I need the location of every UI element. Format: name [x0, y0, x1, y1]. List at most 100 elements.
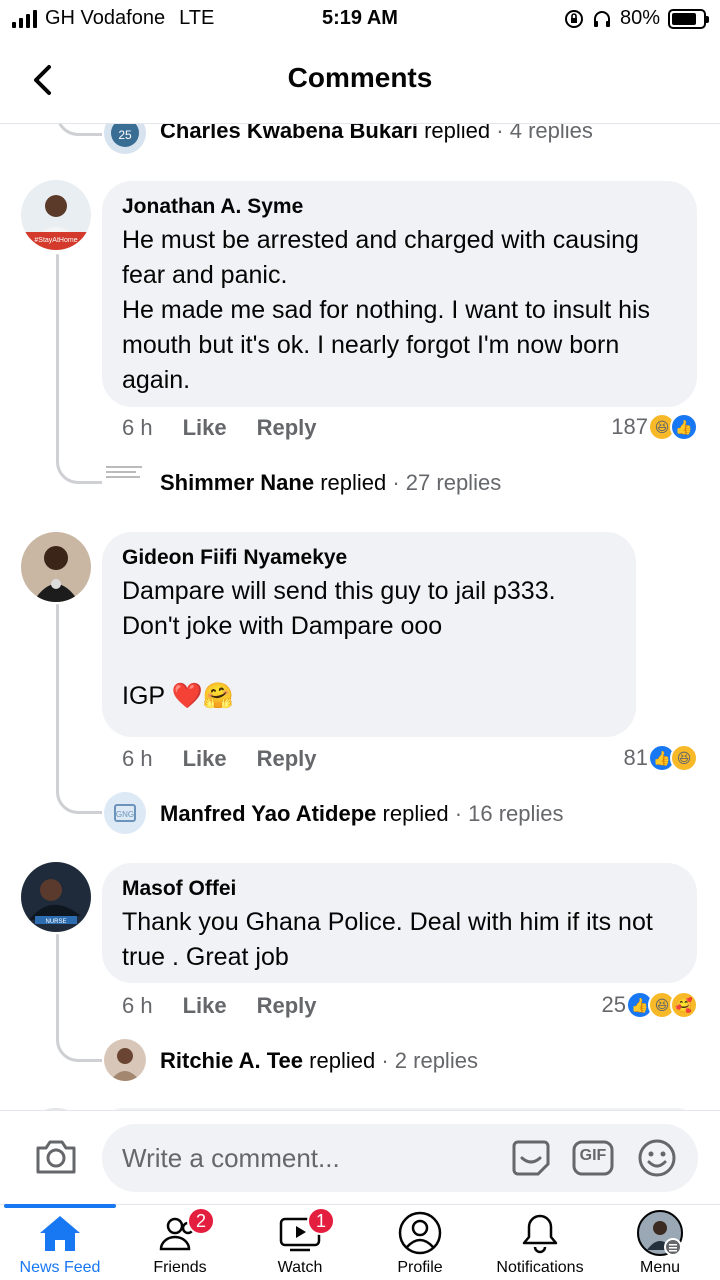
status-right: 80%	[564, 7, 709, 30]
rotation-lock-icon	[564, 9, 583, 28]
comment-author[interactable]: Gideon Fiifi Nyamekye	[122, 546, 616, 570]
like-button[interactable]: Like	[183, 415, 227, 441]
nav-label: News Feed	[19, 1259, 101, 1276]
nav-watch[interactable]: 1 Watch	[240, 1205, 360, 1280]
reply-author: Charles Kwabena Bukari	[160, 124, 418, 143]
avatar[interactable]	[104, 1039, 146, 1081]
comment-actions: 6 h Like Reply	[122, 415, 347, 441]
sticker-button[interactable]	[510, 1138, 552, 1178]
reply-author: Shimmer Nane	[160, 470, 315, 495]
reaction-count: 25	[601, 992, 626, 1017]
comment-text: Thank you Ghana Police. Deal with him if…	[122, 908, 653, 971]
reply-count: · 4 replies	[496, 124, 593, 143]
haha-reaction-icon: 😆	[670, 744, 698, 772]
bottom-nav: News Feed 2 Friends 1 Watch Profile Noti…	[0, 1204, 720, 1280]
emoji-icon	[638, 1139, 676, 1177]
gif-button[interactable]: GIF	[572, 1138, 614, 1178]
reply-verb: replied	[382, 801, 449, 826]
reply-button[interactable]: Reply	[257, 746, 317, 772]
thread-line	[56, 604, 59, 784]
battery-percent: 80%	[619, 7, 660, 29]
menu-avatar-icon	[637, 1210, 683, 1256]
reaction-count: 81	[623, 745, 648, 770]
bell-icon	[522, 1214, 558, 1254]
comment-text: He must be arrested and charged with cau…	[122, 226, 651, 394]
avatar[interactable]: NURSE	[21, 862, 91, 932]
gif-label: GIF	[579, 1147, 607, 1164]
header: Comments	[0, 38, 720, 124]
thread-line	[56, 254, 59, 454]
watch-badge: 1	[307, 1207, 335, 1235]
comment-composer: GIF	[0, 1110, 720, 1204]
nav-news-feed[interactable]: News Feed	[0, 1204, 120, 1280]
reply-summary[interactable]: Shimmer Nane replied · 27 replies	[160, 470, 501, 496]
reply-summary[interactable]: Charles Kwabena Bukari replied · 4 repli…	[160, 124, 593, 144]
comment-actions: 6 h Like Reply	[122, 993, 347, 1019]
reply-button[interactable]: Reply	[257, 415, 317, 441]
nav-menu[interactable]: Menu	[600, 1205, 720, 1280]
care-reaction-icon: 🥰	[670, 991, 698, 1019]
svg-text:25: 25	[118, 128, 132, 142]
comment-bubble: Jonathan A. Syme He must be arrested and…	[102, 181, 697, 407]
comments-list: 25 Charles Kwabena Bukari replied · 4 re…	[0, 124, 720, 1110]
nav-label: Menu	[639, 1259, 681, 1276]
camera-icon	[36, 1140, 76, 1174]
comment-time: 6 h	[122, 993, 153, 1018]
reply-count: · 16 replies	[454, 801, 564, 826]
reaction-summary[interactable]: 25 👍 😆 🥰	[602, 991, 698, 1019]
avatar[interactable]	[104, 462, 146, 484]
nav-friends[interactable]: 2 Friends	[120, 1205, 240, 1280]
avatar[interactable]: 25	[104, 124, 146, 154]
nav-profile[interactable]: Profile	[360, 1205, 480, 1280]
home-icon	[40, 1216, 80, 1251]
reply-summary[interactable]: Ritchie A. Tee replied · 2 replies	[160, 1048, 478, 1074]
svg-text:GNG: GNG	[116, 810, 134, 819]
thread-connector	[56, 780, 102, 814]
comment-bubble: Masof Offei Thank you Ghana Police. Deal…	[102, 863, 697, 983]
avatar[interactable]: GNG	[104, 792, 146, 834]
comment-text: Dampare will send this guy to jail p333.…	[122, 577, 556, 710]
comment-author[interactable]: Jonathan A. Syme	[122, 195, 677, 219]
reply-summary[interactable]: Manfred Yao Atidepe replied · 16 replies	[160, 801, 564, 827]
thread-connector	[56, 1028, 102, 1062]
friends-badge: 2	[187, 1207, 215, 1235]
nav-label: Watch	[277, 1259, 323, 1276]
svg-text:#StayAtHome: #StayAtHome	[34, 237, 77, 244]
nav-label: Profile	[397, 1259, 443, 1276]
comment-bubble: Gideon Fiifi Nyamekye Dampare will send …	[102, 532, 636, 737]
reaction-summary[interactable]: 81 👍 😆	[624, 744, 698, 772]
reply-author: Ritchie A. Tee	[160, 1048, 304, 1073]
status-bar: GH Vodafone LTE 5:19 AM 80%	[0, 0, 720, 38]
battery-icon	[668, 8, 709, 29]
nav-notifications[interactable]: Notifications	[480, 1205, 600, 1280]
comment-author[interactable]: Masof Offei	[122, 877, 677, 901]
reply-count: · 27 replies	[392, 470, 502, 495]
comment-time: 6 h	[122, 746, 153, 771]
emoji-button[interactable]	[636, 1138, 678, 1178]
reply-count: · 2 replies	[381, 1048, 478, 1073]
reply-verb: replied	[320, 470, 387, 495]
thread-connector	[56, 124, 102, 136]
avatar[interactable]: #StayAtHome	[21, 180, 91, 250]
like-button[interactable]: Like	[183, 746, 227, 772]
page-title: Comments	[287, 62, 433, 93]
profile-icon	[398, 1211, 442, 1255]
nav-label: Notifications	[496, 1259, 584, 1276]
like-button[interactable]: Like	[183, 993, 227, 1019]
reply-verb: replied	[424, 124, 491, 143]
reply-author: Manfred Yao Atidepe	[160, 801, 377, 826]
sticker-icon	[512, 1140, 550, 1176]
svg-text:NURSE: NURSE	[45, 919, 66, 925]
like-reaction-icon: 👍	[670, 413, 698, 441]
comment-actions: 6 h Like Reply	[122, 746, 347, 772]
comment-time: 6 h	[122, 415, 153, 440]
camera-button[interactable]	[34, 1136, 78, 1176]
reaction-summary[interactable]: 187 😆 👍	[611, 413, 698, 441]
thread-line	[56, 934, 59, 1032]
avatar[interactable]	[21, 532, 91, 602]
reply-verb: replied	[309, 1048, 376, 1073]
reply-button[interactable]: Reply	[257, 993, 317, 1019]
nav-label: Friends	[153, 1259, 207, 1276]
thread-connector	[56, 450, 102, 484]
headphones-icon	[593, 10, 610, 27]
